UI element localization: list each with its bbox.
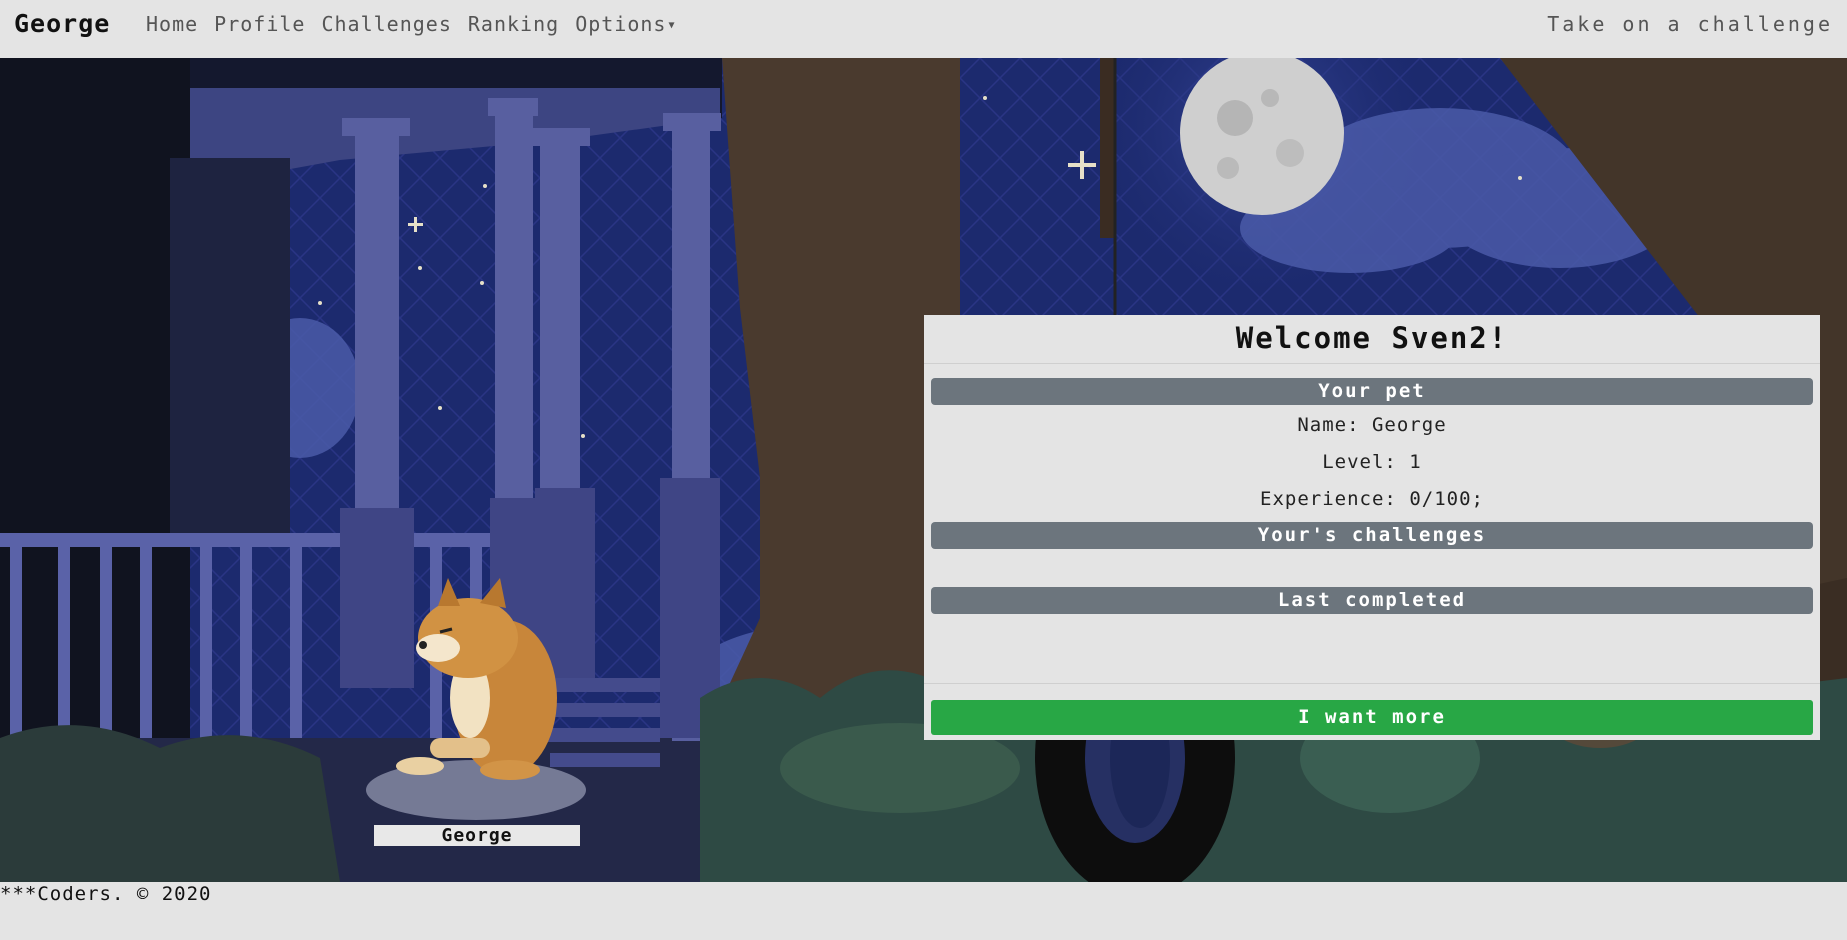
- pet-experience: Experience: 0/100;: [1260, 488, 1484, 510]
- take-challenge-link[interactable]: Take on a challenge: [1547, 12, 1833, 36]
- game-scene: Welcome Sven2! Your pet Name: George Lev…: [0, 58, 1847, 882]
- brand[interactable]: George: [14, 9, 110, 38]
- challenges-list: [924, 549, 1820, 587]
- nav-profile[interactable]: Profile: [214, 12, 305, 36]
- moon: [1180, 58, 1344, 215]
- last-completed-section-header: Last completed: [931, 587, 1813, 614]
- footer: ***Coders. © 2020: [0, 882, 1847, 940]
- pet-stats: Name: George Level: 1 Experience: 0/100;: [924, 405, 1820, 522]
- want-more-button[interactable]: I want more: [931, 700, 1813, 735]
- nav-links: Home Profile Challenges Ranking Options ▼: [146, 12, 676, 36]
- nav-options-dropdown[interactable]: Options ▼: [575, 12, 675, 36]
- pet-section-header: Your pet: [931, 378, 1813, 405]
- nav-challenges[interactable]: Challenges: [321, 12, 451, 36]
- nav-home[interactable]: Home: [146, 12, 198, 36]
- navbar: George Home Profile Challenges Ranking O…: [0, 0, 1847, 58]
- pet-name: Name: George: [1297, 414, 1447, 436]
- footer-copyright: ***Coders. © 2020: [0, 883, 212, 905]
- welcome-card: Welcome Sven2! Your pet Name: George Lev…: [924, 315, 1820, 740]
- nav-options-label: Options: [575, 12, 667, 36]
- card-divider: [924, 363, 1820, 364]
- chevron-down-icon: ▼: [668, 20, 676, 31]
- pet-name-tag: George: [374, 825, 580, 846]
- card-footer-divider: [924, 683, 1820, 684]
- pet-level: Level: 1: [1322, 451, 1422, 473]
- welcome-title: Welcome Sven2!: [1235, 321, 1509, 355]
- challenges-section-header: Your's challenges: [931, 522, 1813, 549]
- nav-ranking[interactable]: Ranking: [468, 12, 559, 36]
